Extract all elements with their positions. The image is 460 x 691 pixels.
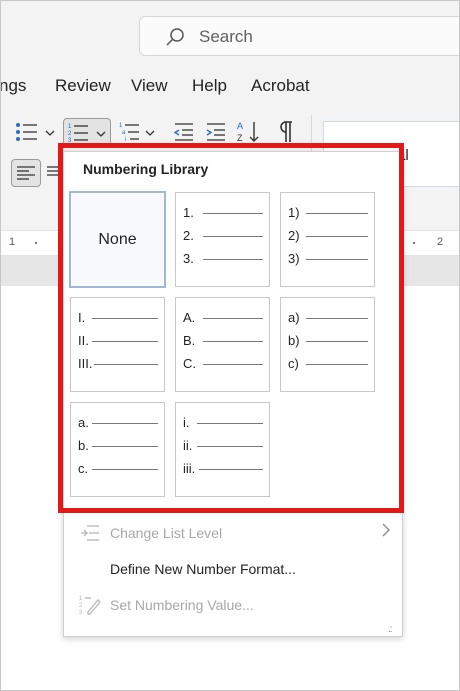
ruler-tick: [35, 242, 37, 244]
ruler-mark-1: 1: [9, 236, 16, 248]
svg-text:a: a: [122, 130, 126, 136]
set-numbering-value-icon: 1 2 3: [79, 596, 101, 615]
tab-acrobat[interactable]: Acrobat: [251, 76, 310, 96]
tab-help[interactable]: Help: [192, 76, 227, 96]
svg-text:1: 1: [79, 596, 83, 602]
align-left-button[interactable]: [11, 159, 41, 187]
search-placeholder: Search: [199, 27, 253, 46]
tab-view[interactable]: View: [131, 76, 168, 96]
svg-text:1: 1: [119, 123, 123, 129]
increase-indent-icon[interactable]: [205, 121, 227, 143]
bullets-icon[interactable]: [15, 121, 59, 143]
change-list-level-item[interactable]: Change List Level: [110, 525, 222, 541]
ruler-tick: [413, 242, 415, 244]
tab-settings-partial[interactable]: ngs: [1, 76, 26, 96]
search-box[interactable]: Search: [139, 16, 459, 56]
resize-grip-icon[interactable]: .:: [388, 624, 392, 635]
decrease-indent-icon[interactable]: [173, 121, 195, 143]
svg-text:2: 2: [79, 603, 83, 609]
ribbon-tabs: ngs Review View Help Acrobat: [1, 67, 459, 107]
svg-text:A: A: [237, 121, 243, 131]
svg-text:3: 3: [79, 610, 83, 615]
title-bar: Search: [1, 1, 459, 67]
align-left-icon: [17, 166, 35, 180]
multilevel-list-icon[interactable]: 1 a i: [119, 121, 159, 143]
chevron-right-icon: [382, 523, 390, 537]
sort-icon[interactable]: A Z: [237, 119, 263, 145]
app-window: Search ngs Review View Help Acrobat 1 2 …: [0, 0, 460, 691]
highlight-frame: [58, 143, 404, 513]
set-numbering-value-item[interactable]: Set Numbering Value...: [110, 597, 254, 613]
change-list-level-icon: [81, 525, 99, 541]
numbering-icon: 1 2 3: [68, 124, 106, 144]
svg-text:2: 2: [68, 131, 72, 137]
numbering-button[interactable]: 1 2 3: [63, 118, 111, 146]
svg-text:Z: Z: [237, 133, 243, 143]
search-icon: [166, 28, 184, 46]
show-formatting-marks-icon[interactable]: [277, 120, 295, 144]
define-new-number-format-item[interactable]: Define New Number Format...: [110, 561, 296, 577]
svg-text:1: 1: [68, 124, 72, 130]
tab-review[interactable]: Review: [55, 76, 111, 96]
ruler-mark-2: 2: [437, 236, 444, 248]
